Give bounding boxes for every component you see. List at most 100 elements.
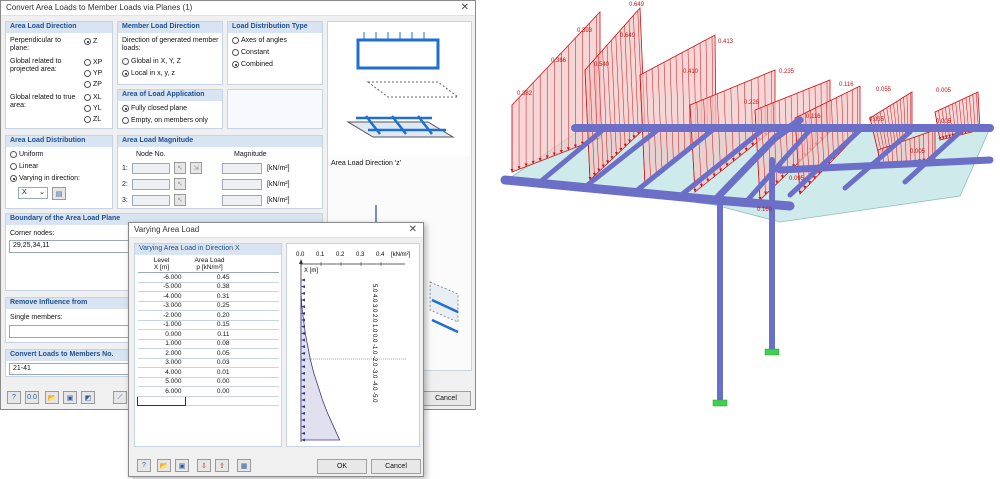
load-cell[interactable]: 0.01 [185, 367, 234, 378]
help-icon[interactable]: ? [7, 391, 21, 404]
table-row[interactable]: -6.000 0.45 [137, 272, 279, 283]
load-value-label: 0.228 [744, 100, 760, 106]
pick-node-icon[interactable]: ↖ [174, 162, 186, 174]
load-cell[interactable]: 0.15 [185, 320, 234, 330]
table-row[interactable]: -3.000 0.25 [137, 301, 279, 311]
load-hatch [831, 100, 834, 160]
direction-select[interactable]: X ⌄ [18, 187, 48, 199]
radio-yp[interactable]: YP [84, 70, 102, 77]
open-icon[interactable]: 📂 [157, 459, 171, 472]
save-icon[interactable]: ▣ [175, 459, 189, 472]
convert-members-input[interactable]: 21-41 [9, 363, 133, 375]
magnitude-input-1[interactable] [222, 163, 262, 174]
node-input-2[interactable] [132, 179, 170, 190]
load-cell[interactable]: 0.20 [185, 310, 234, 321]
magnitude-input-2[interactable] [222, 179, 262, 190]
ok-button[interactable]: OK [317, 459, 367, 474]
level-cell[interactable]: 6.000 [137, 386, 186, 397]
radio-local-xyz[interactable]: Local in x, y, z [122, 70, 175, 77]
open-icon[interactable]: 📂 [45, 391, 59, 404]
import-icon[interactable]: ⇩ [197, 459, 211, 472]
pick-node-icon[interactable]: ↖ [174, 194, 186, 206]
main-cancel-button[interactable]: Cancel [421, 391, 471, 406]
group-header: Load Distribution Type [228, 22, 322, 33]
load-cell[interactable]: 0.25 [185, 301, 234, 311]
radio-zp[interactable]: ZP [84, 81, 102, 88]
node-input-3[interactable] [132, 195, 170, 206]
radio-xp[interactable]: XP [84, 59, 102, 66]
close-icon[interactable]: ✕ [461, 2, 469, 13]
radio-axes-of-angles[interactable]: Axes of angles [232, 37, 287, 44]
radio-linear[interactable]: Linear [10, 163, 38, 170]
load-cell[interactable]: 0.38 [185, 282, 234, 292]
graph-icon[interactable]: ⟋ [113, 391, 127, 404]
table-row[interactable]: 0.000 0.11 [137, 329, 279, 340]
radio-uniform[interactable]: Uniform [10, 151, 44, 158]
table-row[interactable]: 2.000 0.05 [137, 348, 279, 359]
level-cell[interactable]: 0.000 [137, 329, 186, 340]
load-cell[interactable]: 0.08 [185, 339, 234, 349]
radio-yl[interactable]: YL [84, 105, 102, 112]
radio-label: ZP [93, 81, 102, 88]
radio-global-xyz[interactable]: Global in X, Y, Z [122, 58, 181, 65]
table-row[interactable]: -2.000 0.20 [137, 310, 279, 321]
table-icon[interactable]: ▦ [237, 459, 251, 472]
radio-varying[interactable]: Varying in direction: [10, 175, 80, 182]
new-cell[interactable] [185, 396, 234, 406]
level-cell[interactable]: -5.000 [137, 282, 186, 292]
table-row[interactable]: 1.000 0.08 [137, 339, 279, 349]
radio-constant[interactable]: Constant [232, 49, 269, 56]
table-row[interactable]: -4.000 0.31 [137, 291, 279, 302]
load-arrow [671, 159, 675, 163]
new-cell[interactable] [137, 395, 186, 406]
load-value-label: 0.035 [869, 117, 885, 123]
level-cell[interactable]: -3.000 [137, 301, 186, 311]
level-cell[interactable]: 3.000 [137, 358, 186, 368]
radio-zl[interactable]: ZL [84, 116, 101, 123]
help-icon[interactable]: ? [137, 459, 151, 472]
table-row[interactable]: -1.000 0.15 [137, 320, 279, 330]
level-cell[interactable]: -4.000 [137, 291, 186, 302]
table-row[interactable]: 4.000 0.01 [137, 367, 279, 378]
radio-fully-closed[interactable]: Fully closed plane [122, 105, 187, 112]
single-members-input[interactable] [9, 325, 133, 338]
radio-z[interactable]: Z [84, 38, 97, 45]
pick-multi-icon[interactable]: ⇲ [190, 162, 202, 174]
export-icon[interactable]: ⇧ [215, 459, 229, 472]
save-icon[interactable]: ▣ [63, 391, 77, 404]
level-cell[interactable]: -1.000 [137, 320, 186, 330]
radio-combined[interactable]: Combined [232, 61, 273, 68]
unit-label-3: [kN/m²] [267, 197, 290, 204]
close-icon[interactable]: ✕ [409, 224, 417, 235]
edit-table-button[interactable]: ▤ [52, 187, 66, 200]
level-cell[interactable]: 2.000 [137, 348, 186, 359]
spare-cell [233, 291, 279, 302]
load-cell[interactable]: 0.00 [185, 377, 234, 387]
level-cell[interactable]: 1.000 [137, 339, 186, 349]
load-cell[interactable]: 0.11 [185, 329, 234, 340]
node-input-1[interactable] [132, 163, 170, 174]
load-cell[interactable]: 0.45 [185, 272, 234, 283]
view-icon[interactable]: ◩ [81, 391, 95, 404]
level-cell[interactable]: -6.000 [137, 272, 186, 283]
pick-node-icon[interactable]: ↖ [174, 178, 186, 190]
table-row-new[interactable] [137, 395, 279, 406]
table-row[interactable]: 3.000 0.03 [137, 358, 279, 368]
table-row[interactable]: 6.000 0.00 [137, 386, 279, 397]
level-cell[interactable]: 5.000 [137, 377, 186, 387]
load-cell[interactable]: 0.03 [185, 358, 234, 368]
varying-cancel-button[interactable]: Cancel [371, 459, 421, 474]
load-arrow [770, 127, 774, 131]
level-cell[interactable]: -2.000 [137, 310, 186, 321]
radio-empty-members[interactable]: Empty, on members only [122, 117, 208, 124]
table-row[interactable]: 5.000 0.00 [137, 377, 279, 387]
corner-nodes-input[interactable]: 29,25,34,11 [9, 240, 133, 253]
magnitude-input-3[interactable] [222, 195, 262, 206]
table-row[interactable]: -5.000 0.38 [137, 282, 279, 292]
load-cell[interactable]: 0.05 [185, 348, 234, 359]
load-cell[interactable]: 0.31 [185, 291, 234, 302]
radio-xl[interactable]: XL [84, 94, 102, 101]
decimal-icon[interactable]: 0.0 [25, 391, 39, 404]
level-cell[interactable]: 4.000 [137, 367, 186, 378]
load-cell[interactable]: 0.00 [185, 386, 234, 397]
